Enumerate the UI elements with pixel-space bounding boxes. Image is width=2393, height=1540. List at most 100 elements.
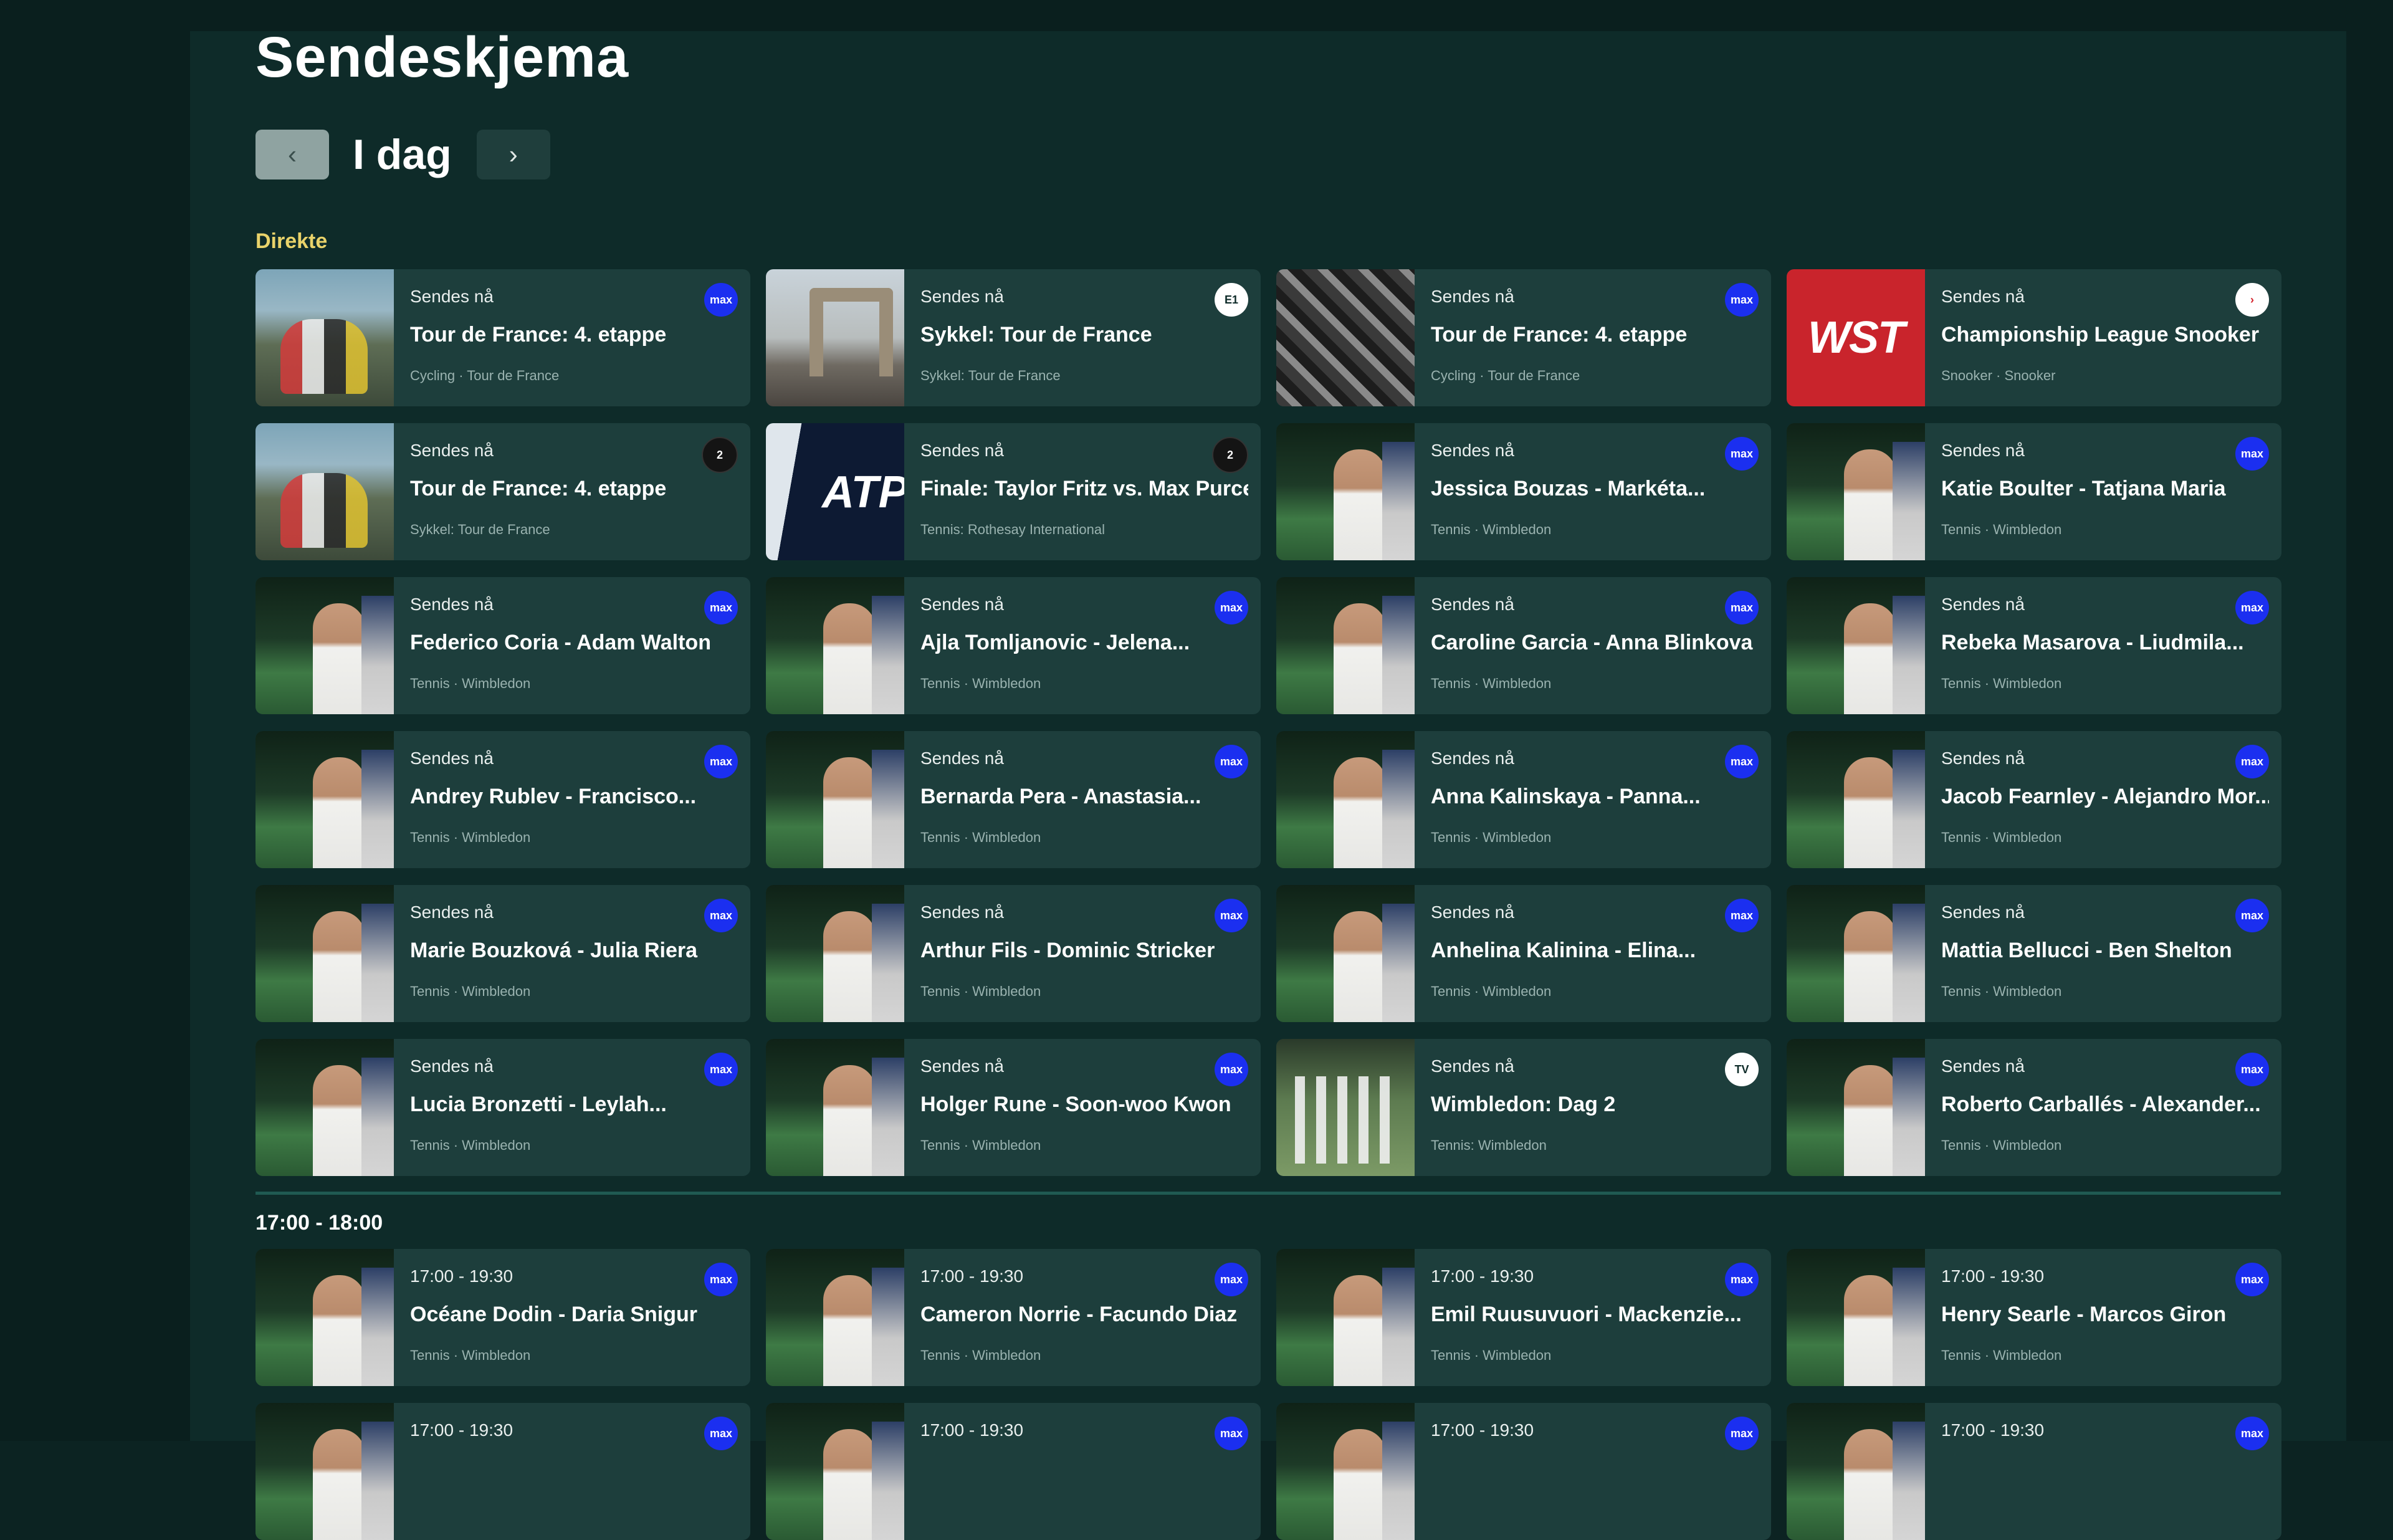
program-category: Tennis · Wimbledon (920, 830, 1041, 845)
program-card[interactable]: 17:00 - 19:30 max (766, 1403, 1261, 1540)
program-category: Tennis · Wimbledon (1941, 1347, 2062, 1363)
program-title: Lucia Bronzetti - Leylah... (410, 1093, 667, 1116)
program-card[interactable]: Sendes nå Caroline Garcia - Anna Blinkova… (1276, 577, 1771, 714)
channel-badge-icon: › (2235, 283, 2269, 317)
program-card[interactable]: Sendes nå Tour de France: 4. etappe Cyclin… (256, 269, 750, 406)
program-card[interactable]: Sendes nå Roberto Carballés - Alexander..… (1787, 1039, 2281, 1176)
program-card[interactable]: Sendes nå Tour de France: 4. etappe Cyclin… (1276, 269, 1771, 406)
program-card[interactable]: Sendes nå Anna Kalinskaya - Panna... Tenni… (1276, 731, 1771, 868)
channel-badge-icon: max (1215, 1417, 1248, 1450)
program-thumbnail (1276, 423, 1415, 560)
program-status: Sendes nå (1431, 1056, 1514, 1076)
program-category: Tennis · Wimbledon (410, 1347, 531, 1363)
program-card[interactable]: Sendes nå Katie Boulter - Tatjana Maria Te… (1787, 423, 2281, 560)
program-thumbnail (1276, 885, 1415, 1022)
program-title: Bernarda Pera - Anastasia... (920, 785, 1201, 808)
program-title: Holger Rune - Soon-woo Kwon (920, 1093, 1231, 1116)
program-thumbnail (766, 885, 904, 1022)
live-section-label: Direkte (256, 229, 328, 253)
program-status: 17:00 - 19:30 (1431, 1266, 1534, 1286)
channel-badge-icon: max (704, 1417, 738, 1450)
program-status: Sendes nå (920, 1056, 1004, 1076)
program-info: Sendes nå Ajla Tomljanovic - Jelena... Ten… (904, 577, 1261, 714)
program-info: 17:00 - 19:30 Océane Dodin - Daria Snigur… (394, 1249, 750, 1386)
program-status: 17:00 - 19:30 (1941, 1420, 2045, 1440)
program-card[interactable]: Sendes nå Federico Coria - Adam Walton Ten… (256, 577, 750, 714)
program-card[interactable]: 17:00 - 19:30 Emil Ruusuvuori - Mackenzie… (1276, 1249, 1771, 1386)
program-category: Tennis · Wimbledon (410, 830, 531, 845)
channel-badge-icon: max (704, 745, 738, 778)
program-status: 17:00 - 19:30 (920, 1266, 1024, 1286)
chevron-left-icon[interactable]: ‹ (256, 130, 329, 179)
program-info: Sendes nå Mattia Bellucci - Ben Shelton Te… (1925, 885, 2281, 1022)
program-title: Arthur Fils - Dominic Stricker (920, 939, 1215, 962)
program-category: Tennis · Wimbledon (920, 983, 1041, 999)
day-navigation: ‹ I dag › (256, 130, 550, 179)
program-info: 17:00 - 19:30 Emil Ruusuvuori - Mackenzie… (1415, 1249, 1771, 1386)
program-card[interactable]: 17:00 - 19:30 Henry Searle - Marcos Giron… (1787, 1249, 2281, 1386)
program-title: Océane Dodin - Daria Snigur (410, 1303, 697, 1326)
program-title: Ajla Tomljanovic - Jelena... (920, 631, 1190, 654)
program-info: Sendes nå Marie Bouzková - Julia Riera Ten… (394, 885, 750, 1022)
program-title: Cameron Norrie - Facundo Diaz (920, 1303, 1238, 1326)
program-card[interactable]: Sendes nå Tour de France: 4. etappe Sykkel… (256, 423, 750, 560)
program-status: 17:00 - 19:30 (1941, 1266, 2045, 1286)
program-thumbnail (256, 269, 394, 406)
program-card[interactable]: Sendes nå Wimbledon: Dag 2 Tennis: Wimbled… (1276, 1039, 1771, 1176)
program-info: Sendes nå Rebeka Masarova - Liudmila... Te… (1925, 577, 2281, 714)
program-thumbnail (1787, 423, 1925, 560)
program-card[interactable]: Sendes nå Rebeka Masarova - Liudmila... Te… (1787, 577, 2281, 714)
channel-badge-icon: max (704, 591, 738, 624)
program-status: 17:00 - 19:30 (410, 1266, 513, 1286)
program-card[interactable]: WST Sendes nå Championship League Snooker S… (1787, 269, 2281, 406)
program-card[interactable]: Sendes nå Marie Bouzková - Julia Riera Ten… (256, 885, 750, 1022)
program-card[interactable]: 17:00 - 19:30 max (256, 1403, 750, 1540)
channel-badge-icon: max (1215, 1053, 1248, 1086)
program-card[interactable]: ATP Sendes nå Finale: Taylor Fritz vs. Max… (766, 423, 1261, 560)
program-category: Cycling · Tour de France (1431, 368, 1580, 383)
program-card[interactable]: Sendes nå Lucia Bronzetti - Leylah... Tenn… (256, 1039, 750, 1176)
program-thumbnail (256, 577, 394, 714)
program-title: Katie Boulter - Tatjana Maria (1941, 477, 2226, 500)
program-card[interactable]: 17:00 - 19:30 max (1787, 1403, 2281, 1540)
program-category: Tennis · Wimbledon (920, 1347, 1041, 1363)
program-category: Tennis · Wimbledon (1431, 1347, 1552, 1363)
program-card[interactable]: Sendes nå Jessica Bouzas - Markéta... Tenn… (1276, 423, 1771, 560)
program-card[interactable]: 17:00 - 19:30 max (1276, 1403, 1771, 1540)
program-title: Jacob Fearnley - Alejandro Mor... (1941, 785, 2269, 808)
channel-badge-icon: max (1725, 899, 1759, 932)
program-category: Tennis · Wimbledon (1431, 522, 1552, 537)
program-card[interactable]: Sendes nå Sykkel: Tour de France Sykkel: T… (766, 269, 1261, 406)
channel-badge-icon: 2 (1212, 437, 1248, 473)
program-thumbnail (1787, 731, 1925, 868)
program-card[interactable]: Sendes nå Anhelina Kalinina - Elina... Ten… (1276, 885, 1771, 1022)
channel-badge-icon: max (2235, 1263, 2269, 1296)
program-title: Roberto Carballés - Alexander... (1941, 1093, 2261, 1116)
program-status: Sendes nå (1941, 902, 2025, 922)
program-thumbnail (766, 577, 904, 714)
program-info: Sendes nå Roberto Carballés - Alexander..… (1925, 1039, 2281, 1176)
program-category: Tennis · Wimbledon (410, 983, 531, 999)
program-card[interactable]: Sendes nå Jacob Fearnley - Alejandro Mor.… (1787, 731, 2281, 868)
channel-badge-icon: max (1215, 1263, 1248, 1296)
program-card[interactable]: 17:00 - 19:30 Océane Dodin - Daria Snigur… (256, 1249, 750, 1386)
chevron-right-icon[interactable]: › (476, 130, 550, 179)
channel-badge-icon: max (1215, 899, 1248, 932)
program-card[interactable]: Sendes nå Bernarda Pera - Anastasia... Ten… (766, 731, 1261, 868)
program-card[interactable]: Sendes nå Holger Rune - Soon-woo Kwon Tenn… (766, 1039, 1261, 1176)
program-card[interactable]: Sendes nå Andrey Rublev - Francisco... Ten… (256, 731, 750, 868)
upcoming-grid: 17:00 - 19:30 Océane Dodin - Daria Snigur… (256, 1249, 2281, 1540)
program-card[interactable]: 17:00 - 19:30 Cameron Norrie - Facundo Di… (766, 1249, 1261, 1386)
channel-badge-icon: max (2235, 899, 2269, 932)
channel-badge-icon: E1 (1215, 283, 1248, 317)
program-info: Sendes nå Tour de France: 4. etappe Cyclin… (394, 269, 750, 406)
program-card[interactable]: Sendes nå Ajla Tomljanovic - Jelena... Ten… (766, 577, 1261, 714)
program-status: Sendes nå (920, 902, 1004, 922)
program-card[interactable]: Sendes nå Mattia Bellucci - Ben Shelton Te… (1787, 885, 2281, 1022)
program-card[interactable]: Sendes nå Arthur Fils - Dominic Stricker T… (766, 885, 1261, 1022)
program-thumbnail (256, 1039, 394, 1176)
program-category: Snooker · Snooker (1941, 368, 2056, 383)
channel-badge-icon: max (2235, 745, 2269, 778)
channel-badge-icon: max (1725, 1417, 1759, 1450)
channel-badge-icon: max (704, 899, 738, 932)
